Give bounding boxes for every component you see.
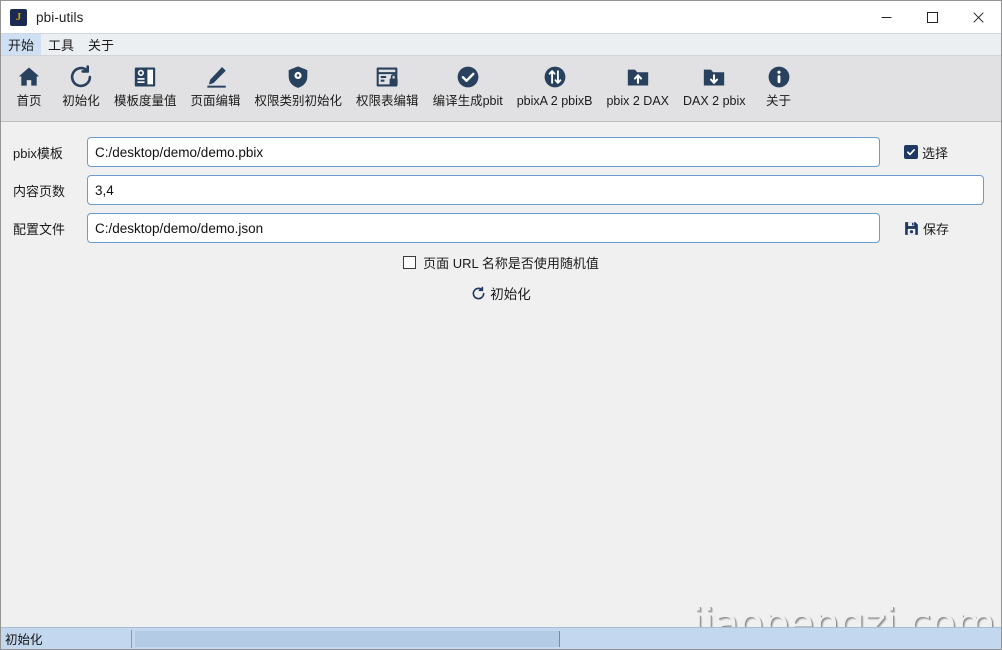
info-circle-icon bbox=[766, 63, 792, 91]
initialize-button-row: 初始化 bbox=[1, 281, 1001, 305]
save-button[interactable]: 保存 bbox=[904, 219, 949, 238]
pbix-template-input[interactable] bbox=[87, 137, 880, 167]
toolbar-button-template-measures[interactable]: 模板度量值 bbox=[107, 56, 184, 109]
close-icon bbox=[972, 12, 984, 23]
status-separator bbox=[131, 629, 132, 648]
toolbar-button-about[interactable]: 关于 bbox=[753, 56, 805, 109]
label-content-pages: 内容页数 bbox=[13, 183, 66, 199]
application-window: J pbi-utils 开始 工具 关于 首页 初始化 模板度量值 页面编辑 权… bbox=[0, 0, 1002, 650]
app-icon-j: J bbox=[10, 8, 27, 26]
folder-upload-icon bbox=[625, 63, 651, 91]
menu-item-start[interactable]: 开始 bbox=[1, 34, 42, 55]
label-config-file: 配置文件 bbox=[13, 221, 66, 237]
select-checkbox-control[interactable]: 选择 bbox=[904, 143, 948, 162]
config-file-input[interactable] bbox=[87, 213, 880, 243]
form-area: pbix模板 选择 内容页数 配置文件 bbox=[1, 122, 1001, 305]
toolbar: 首页 初始化 模板度量值 页面编辑 权限类别初始化 权限表编辑 编译生成pbit… bbox=[1, 56, 1001, 122]
toolbar-button-pbixa-to-pbixb[interactable]: pbixA 2 pbixB bbox=[510, 56, 600, 109]
shield-gear-icon bbox=[285, 63, 311, 91]
toolbar-label: 模板度量值 bbox=[114, 94, 177, 108]
form-row-content-pages: 内容页数 bbox=[1, 174, 1001, 206]
checkbox-unchecked-icon[interactable] bbox=[403, 256, 417, 269]
menu-bar: 开始 工具 关于 bbox=[1, 34, 1001, 56]
minimize-button[interactable] bbox=[863, 1, 909, 34]
menu-item-tools[interactable]: 工具 bbox=[41, 34, 81, 55]
toolbar-label: 关于 bbox=[766, 94, 792, 108]
toolbar-button-page-edit[interactable]: 页面编辑 bbox=[184, 56, 248, 109]
initialize-button-label: 初始化 bbox=[490, 287, 531, 302]
toolbar-button-compile-pbit[interactable]: 编译生成pbit bbox=[426, 56, 510, 109]
toolbar-label: DAX 2 pbix bbox=[683, 94, 746, 108]
home-icon bbox=[16, 63, 42, 91]
window-controls bbox=[863, 1, 1001, 34]
toolbar-label: 权限类别初始化 bbox=[254, 94, 343, 108]
table-lock-icon bbox=[374, 63, 400, 91]
pencil-icon bbox=[203, 63, 229, 91]
folder-download-icon bbox=[701, 63, 727, 91]
toolbar-label: pbixA 2 pbixB bbox=[516, 94, 593, 108]
reset-icon bbox=[471, 286, 486, 301]
close-button[interactable] bbox=[955, 1, 1001, 34]
label-pbix-template: pbix模板 bbox=[13, 145, 63, 161]
window-title: pbi-utils bbox=[36, 9, 84, 25]
toolbar-label: 权限表编辑 bbox=[356, 94, 419, 108]
toolbar-button-home[interactable]: 首页 bbox=[3, 56, 55, 109]
initialize-button[interactable]: 初始化 bbox=[465, 281, 537, 305]
random-url-label: 页面 URL 名称是否使用随机值 bbox=[423, 256, 599, 271]
random-url-checkbox-row[interactable]: 页面 URL 名称是否使用随机值 bbox=[1, 253, 1001, 272]
status-progress-bar bbox=[135, 630, 560, 647]
toolbar-label: 初始化 bbox=[62, 94, 100, 108]
menu-item-about[interactable]: 关于 bbox=[81, 34, 121, 55]
maximize-icon bbox=[926, 12, 938, 23]
maximize-button[interactable] bbox=[909, 1, 955, 34]
toolbar-label: 编译生成pbit bbox=[432, 94, 503, 108]
form-row-pbix-template: pbix模板 选择 bbox=[1, 136, 1001, 168]
swap-arrows-circle-icon bbox=[542, 63, 568, 91]
save-icon bbox=[904, 221, 919, 236]
toolbar-label: pbix 2 DAX bbox=[606, 94, 669, 108]
toolbar-label: 首页 bbox=[16, 94, 42, 108]
reset-icon bbox=[68, 63, 94, 91]
save-label: 保存 bbox=[923, 221, 950, 237]
toolbar-label: 页面编辑 bbox=[190, 94, 241, 108]
checkbox-checked-icon bbox=[904, 145, 918, 159]
toolbar-button-permission-table-edit[interactable]: 权限表编辑 bbox=[349, 56, 426, 109]
check-circle-icon bbox=[455, 63, 481, 91]
template-panel-icon bbox=[132, 63, 158, 91]
title-bar: J pbi-utils bbox=[1, 1, 1001, 34]
form-row-config-file: 配置文件 保存 bbox=[1, 212, 1001, 244]
toolbar-button-permission-category-init[interactable]: 权限类别初始化 bbox=[248, 56, 350, 109]
toolbar-button-initialize[interactable]: 初始化 bbox=[55, 56, 107, 109]
status-text: 初始化 bbox=[5, 633, 43, 647]
content-pages-input[interactable] bbox=[87, 175, 984, 205]
toolbar-button-pbix-to-dax[interactable]: pbix 2 DAX bbox=[599, 56, 676, 109]
minimize-icon bbox=[881, 17, 891, 18]
status-bar: 初始化 bbox=[1, 627, 1001, 649]
select-label: 选择 bbox=[922, 145, 949, 161]
toolbar-button-dax-to-pbix[interactable]: DAX 2 pbix bbox=[676, 56, 753, 109]
